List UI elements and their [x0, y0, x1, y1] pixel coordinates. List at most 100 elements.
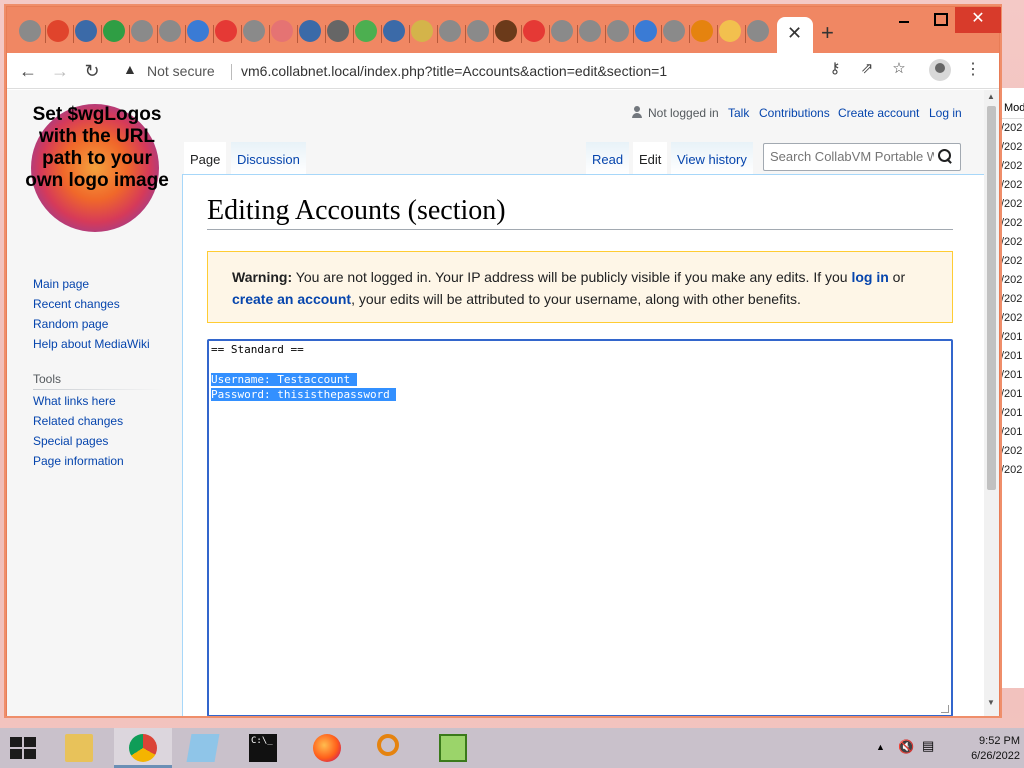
tab-edit[interactable]: Edit — [633, 142, 668, 174]
active-tab[interactable]: ✕ — [777, 17, 813, 53]
tab-favicon[interactable] — [439, 20, 461, 42]
background-window-row[interactable]: /202 — [999, 442, 1024, 461]
tab-favicon[interactable] — [215, 20, 237, 42]
back-icon[interactable]: ← — [15, 59, 41, 83]
scroll-up-arrow-icon[interactable]: ▲ — [987, 92, 995, 101]
tab-favicon[interactable] — [47, 20, 69, 42]
profile-avatar-icon[interactable] — [929, 59, 951, 81]
background-window[interactable]: Mod /202/202/202/202/202/202/202/202/202… — [998, 88, 1024, 688]
background-window-row[interactable]: /201 — [999, 328, 1024, 347]
create-account-inline-link[interactable]: create an account — [232, 291, 351, 307]
taskbar-clock[interactable]: 9:52 PM 6/26/2022 — [940, 734, 1020, 764]
tab-favicon[interactable] — [131, 20, 153, 42]
background-window-row[interactable]: /202 — [999, 119, 1024, 138]
tab-favicon[interactable] — [159, 20, 181, 42]
background-window-row[interactable]: /202 — [999, 271, 1024, 290]
tab-view-history[interactable]: View history — [671, 142, 753, 174]
share-icon[interactable]: ⇗ — [857, 59, 877, 79]
not-secure-label[interactable]: Not secure — [147, 63, 215, 79]
tab-favicon[interactable] — [187, 20, 209, 42]
editor-content[interactable]: == Standard == Username: Testaccount Pass… — [211, 342, 949, 402]
reload-icon[interactable]: ↻ — [79, 59, 105, 83]
tab-favicon[interactable] — [691, 20, 713, 42]
tab-favicon[interactable] — [467, 20, 489, 42]
taskbar-cmd[interactable]: C:\_ — [234, 728, 292, 768]
create-account-link[interactable]: Create account — [838, 106, 919, 120]
selected-text[interactable]: Username: Testaccount — [211, 373, 357, 386]
editor-line[interactable]: == Standard == — [211, 342, 949, 357]
background-window-row[interactable]: /201 — [999, 347, 1024, 366]
background-window-row[interactable]: /201 — [999, 385, 1024, 404]
tab-favicon[interactable] — [551, 20, 573, 42]
selected-text[interactable]: Password: thisisthepassword — [211, 388, 397, 401]
taskbar-notepad[interactable] — [174, 728, 232, 768]
sidebar-link[interactable]: Random page — [33, 317, 108, 331]
tab-favicon[interactable] — [75, 20, 97, 42]
background-window-row[interactable]: /202 — [999, 214, 1024, 233]
maximize-button[interactable] — [925, 7, 955, 31]
taskbar-file-explorer[interactable] — [50, 728, 108, 768]
sidebar-link[interactable]: Main page — [33, 277, 89, 291]
sidebar-link[interactable]: Help about MediaWiki — [33, 337, 150, 351]
background-window-row[interactable]: /202 — [999, 233, 1024, 252]
warning-triangle-icon[interactable]: ▲ — [123, 61, 137, 77]
contributions-link[interactable]: Contributions — [759, 106, 830, 120]
page-scrollbar[interactable]: ▲ ▼ — [984, 90, 999, 716]
background-window-row[interactable]: /202 — [999, 461, 1024, 480]
tab-favicon[interactable] — [607, 20, 629, 42]
tools-link[interactable]: What links here — [33, 394, 116, 408]
tray-expand-icon[interactable]: ▲ — [876, 742, 885, 752]
taskbar-notepad-plus[interactable] — [424, 728, 482, 768]
editor-line[interactable]: Password: thisisthepassword — [211, 387, 949, 402]
sidebar-link[interactable]: Recent changes — [33, 297, 120, 311]
editor-text[interactable]: == Standard == — [211, 343, 304, 356]
taskbar-chrome[interactable] — [114, 728, 172, 768]
tab-read[interactable]: Read — [586, 142, 630, 174]
forward-icon[interactable]: → — [47, 59, 73, 83]
browser-menu-icon[interactable]: ⋮ — [965, 59, 981, 79]
tab-favicon[interactable] — [495, 20, 517, 42]
tab-favicon[interactable] — [19, 20, 41, 42]
tab-favicon[interactable] — [299, 20, 321, 42]
background-window-row[interactable]: /202 — [999, 252, 1024, 271]
tab-favicon[interactable] — [663, 20, 685, 42]
tab-favicon[interactable] — [271, 20, 293, 42]
background-window-row[interactable]: /202 — [999, 176, 1024, 195]
url-text[interactable]: vm6.collabnet.local/index.php?title=Acco… — [241, 63, 667, 79]
windows-start-icon[interactable] — [10, 737, 38, 761]
editor-line[interactable] — [211, 357, 949, 372]
background-window-row[interactable]: /201 — [999, 404, 1024, 423]
bookmark-star-icon[interactable]: ☆ — [889, 59, 909, 79]
talk-link[interactable]: Talk — [728, 106, 749, 120]
minimize-button[interactable] — [889, 7, 919, 31]
password-key-icon[interactable]: ⚷ — [825, 59, 845, 79]
tab-favicon[interactable] — [635, 20, 657, 42]
search-box[interactable] — [763, 143, 961, 171]
tab-favicon[interactable] — [327, 20, 349, 42]
scroll-down-arrow-icon[interactable]: ▼ — [987, 698, 995, 707]
new-tab-button[interactable]: + — [821, 20, 834, 46]
scroll-thumb[interactable] — [987, 106, 996, 490]
close-tab-icon[interactable]: ✕ — [787, 23, 802, 44]
site-logo[interactable]: Set $wgLogos with the URL path to your o… — [23, 104, 169, 234]
background-window-row[interactable]: /202 — [999, 138, 1024, 157]
background-window-row[interactable]: /202 — [999, 290, 1024, 309]
editor-line[interactable]: Username: Testaccount — [211, 372, 949, 387]
background-window-row[interactable]: /201 — [999, 366, 1024, 385]
tab-favicon[interactable] — [103, 20, 125, 42]
address-bar[interactable]: ▲ Not secure vm6.collabnet.local/index.p… — [117, 57, 977, 85]
tools-link[interactable]: Page information — [33, 454, 124, 468]
tab-favicon[interactable] — [383, 20, 405, 42]
tools-link[interactable]: Special pages — [33, 434, 108, 448]
background-window-row[interactable]: /201 — [999, 423, 1024, 442]
tab-favicon[interactable] — [523, 20, 545, 42]
tab-favicon[interactable] — [579, 20, 601, 42]
close-window-button[interactable]: ✕ — [955, 7, 1001, 33]
column-header-modified[interactable]: Mod — [999, 88, 1024, 119]
background-window-row[interactable]: /202 — [999, 195, 1024, 214]
network-icon[interactable]: ▤ — [922, 738, 934, 754]
tools-link[interactable]: Related changes — [33, 414, 123, 428]
background-window-row[interactable]: /202 — [999, 157, 1024, 176]
tab-favicon[interactable] — [747, 20, 769, 42]
tab-favicon[interactable] — [243, 20, 265, 42]
